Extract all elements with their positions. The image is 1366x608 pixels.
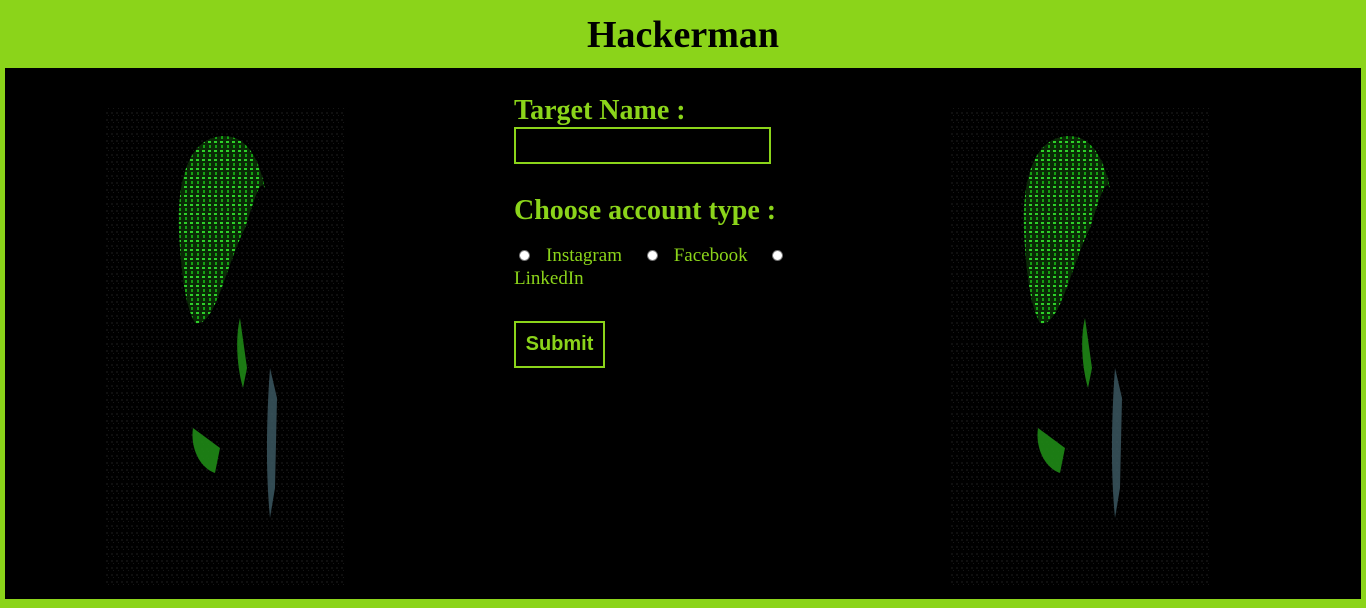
radio-option-linkedin[interactable] (752, 245, 799, 266)
target-name-label: Target Name : (514, 95, 686, 126)
target-form: Target Name : Choose account type : Inst… (514, 96, 814, 368)
radio-label-facebook: Facebook (673, 245, 748, 266)
account-type-label: Choose account type : (514, 195, 777, 226)
radio-option-instagram[interactable]: Instagram (514, 245, 622, 266)
radio-option-facebook[interactable]: Facebook (627, 245, 748, 266)
hacker-figure-image-left (75, 68, 375, 599)
radio-label-linkedin[interactable]: LinkedIn (514, 268, 584, 289)
account-type-radio-group: Instagram Facebook LinkedIn (514, 244, 804, 290)
main-panel: Target Name : Choose account type : Inst… (5, 68, 1361, 599)
submit-button[interactable]: Submit (514, 321, 605, 368)
target-name-input[interactable] (514, 127, 771, 164)
page-title: Hackerman (586, 14, 780, 56)
hacker-figure-image-right (920, 68, 1220, 599)
radio-button-linkedin[interactable] (772, 250, 784, 262)
radio-button-facebook[interactable] (646, 250, 658, 262)
page-header: Hackerman (0, 0, 1366, 68)
radio-button-instagram[interactable] (519, 250, 530, 262)
radio-label-instagram: Instagram (546, 245, 622, 266)
